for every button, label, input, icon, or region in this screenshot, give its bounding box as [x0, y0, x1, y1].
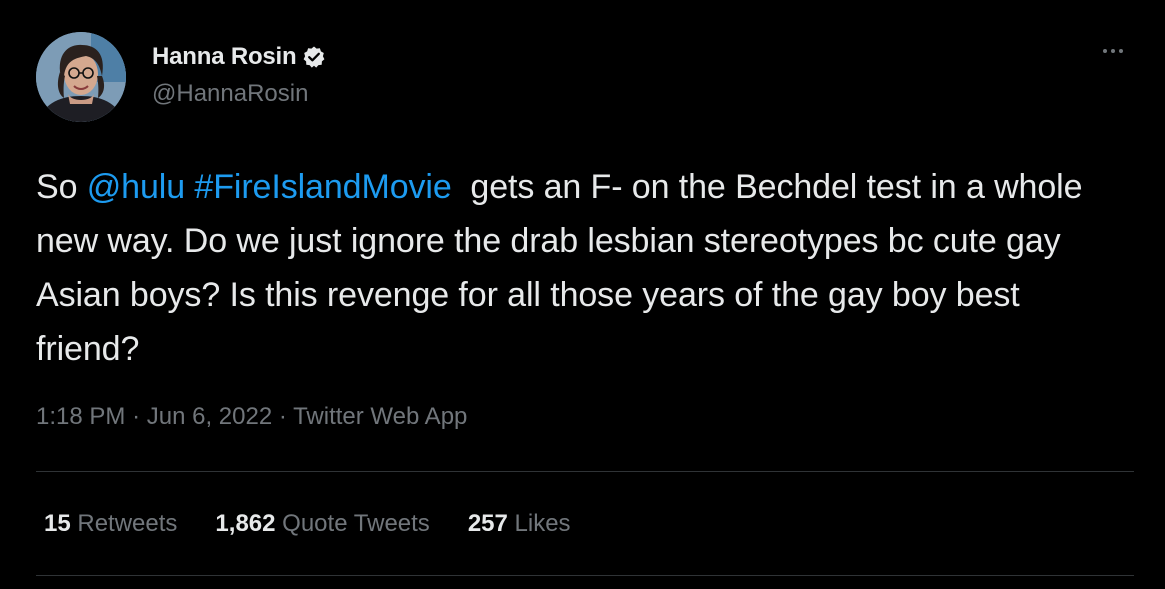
divider — [36, 575, 1134, 576]
quote-tweets-count: 1,862 — [215, 510, 276, 537]
quote-tweets-stat[interactable]: 1,862 Quote Tweets — [215, 510, 429, 538]
tweet-card: Hanna Rosin @HannaRosin So @hulu #FireIs… — [0, 0, 1165, 589]
tweet-time[interactable]: 1:18 PM — [36, 403, 125, 430]
tweet-source[interactable]: Twitter Web App — [293, 403, 467, 430]
name-row: Hanna Rosin — [152, 42, 326, 72]
tweet-text: So @hulu #FireIslandMovie gets an F- on … — [36, 160, 1131, 376]
divider — [36, 471, 1134, 472]
mention-link[interactable]: @hulu — [87, 168, 185, 206]
tweet-date[interactable]: Jun 6, 2022 — [147, 403, 272, 430]
tweet-stats: 15 Retweets 1,862 Quote Tweets 257 Likes — [44, 510, 609, 538]
retweets-count: 15 — [44, 510, 71, 537]
meta-separator: · — [278, 403, 287, 430]
hashtag-link[interactable]: #FireIslandMovie — [194, 168, 451, 206]
tweet-text-segment: So — [36, 168, 87, 206]
more-dot — [1111, 49, 1115, 53]
likes-count: 257 — [467, 510, 508, 537]
more-dot — [1119, 49, 1123, 53]
handle[interactable]: @HannaRosin — [152, 80, 326, 108]
verified-badge-icon — [302, 45, 326, 69]
display-name[interactable]: Hanna Rosin — [152, 43, 297, 71]
avatar-photo — [36, 32, 126, 122]
likes-label: Likes — [514, 510, 571, 537]
avatar[interactable] — [36, 32, 126, 122]
tweet-text-segment — [185, 168, 194, 206]
meta-separator: · — [132, 403, 141, 430]
tweet-metadata: 1:18 PM · Jun 6, 2022 · Twitter Web App — [36, 403, 467, 431]
retweets-label: Retweets — [77, 510, 178, 537]
more-options-icon[interactable] — [1095, 36, 1131, 66]
retweets-stat[interactable]: 15 Retweets — [44, 510, 177, 538]
quote-tweets-label: Quote Tweets — [282, 510, 430, 537]
likes-stat[interactable]: 257 Likes — [468, 510, 571, 538]
author-info: Hanna Rosin @HannaRosin — [152, 42, 326, 108]
more-dot — [1103, 49, 1107, 53]
